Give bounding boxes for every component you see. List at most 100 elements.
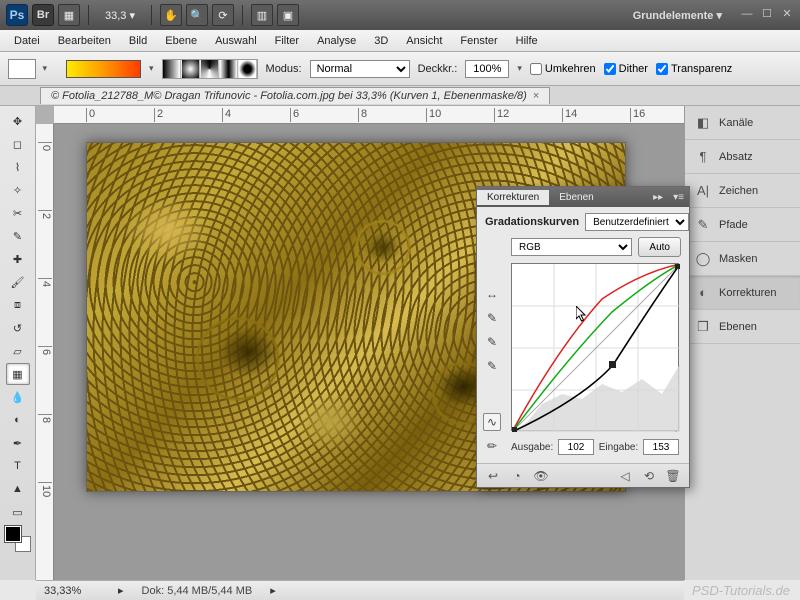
- white-sampler-icon[interactable]: ✎: [483, 357, 501, 375]
- close-tab-icon[interactable]: ×: [533, 90, 539, 102]
- curves-auto-button[interactable]: Auto: [638, 237, 681, 257]
- maximize-icon[interactable]: ☐: [760, 8, 774, 22]
- marquee-tool-icon[interactable]: ◻: [6, 133, 30, 155]
- menu-image[interactable]: Bild: [121, 33, 155, 49]
- panel-channels[interactable]: ◧Kanäle: [685, 106, 800, 140]
- chevron-down-icon[interactable]: ▾: [517, 63, 522, 74]
- menu-3d[interactable]: 3D: [366, 33, 396, 49]
- menu-analysis[interactable]: Analyse: [309, 33, 364, 49]
- menu-edit[interactable]: Bearbeiten: [50, 33, 119, 49]
- rotate-view-icon[interactable]: ⟳: [212, 4, 234, 26]
- stamp-tool-icon[interactable]: ⧈: [6, 294, 30, 316]
- gradient-linear-icon[interactable]: [163, 60, 181, 78]
- input-label: Eingabe:: [599, 442, 638, 453]
- curves-graph[interactable]: [511, 263, 679, 431]
- bridge-logo-icon[interactable]: Br: [32, 4, 54, 26]
- status-arrow-icon[interactable]: ▸: [118, 584, 124, 597]
- layout-dropdown-icon[interactable]: ▦: [58, 4, 80, 26]
- opacity-input[interactable]: [465, 60, 509, 78]
- curve-control-point[interactable]: [609, 361, 616, 368]
- menu-layer[interactable]: Ebene: [157, 33, 205, 49]
- move-tool-icon[interactable]: ✥: [6, 110, 30, 132]
- panel-masks[interactable]: ◯Masken: [685, 242, 800, 276]
- options-bar: ▾ Modus: Normal Deckkr.: ▾ Umkehren Dith…: [0, 52, 800, 86]
- target-adjust-icon[interactable]: ↔: [483, 285, 501, 303]
- tab-adjustments[interactable]: Korrekturen: [477, 190, 549, 205]
- blend-mode-select[interactable]: Normal: [310, 60, 410, 78]
- chevron-down-icon[interactable]: ▾: [149, 63, 154, 74]
- menu-view[interactable]: Ansicht: [398, 33, 450, 49]
- tool-preset-picker[interactable]: [8, 59, 36, 79]
- menu-help[interactable]: Hilfe: [508, 33, 546, 49]
- close-icon[interactable]: ✕: [780, 8, 794, 22]
- curves-preset-select[interactable]: Benutzerdefiniert: [585, 213, 689, 231]
- reset-icon[interactable]: ⟲: [641, 468, 657, 484]
- curves-panel[interactable]: Korrekturen Ebenen ▸▸ ▾≡ Gradationskurve…: [476, 186, 690, 488]
- shape-tool-icon[interactable]: ▭: [6, 501, 30, 523]
- zoom-tool-icon[interactable]: 🔍: [186, 4, 208, 26]
- path-select-icon[interactable]: ▲: [6, 478, 30, 500]
- heal-tool-icon[interactable]: ✚: [6, 248, 30, 270]
- panel-paths[interactable]: ✎Pfade: [685, 208, 800, 242]
- lasso-tool-icon[interactable]: ⌇: [6, 156, 30, 178]
- hand-tool-icon[interactable]: ✋: [160, 4, 182, 26]
- menu-file[interactable]: Datei: [6, 33, 48, 49]
- brush-tool-icon[interactable]: 🖌: [6, 271, 30, 293]
- transparency-checkbox[interactable]: Transparenz: [656, 63, 732, 75]
- gradient-picker[interactable]: [66, 60, 141, 78]
- gradient-angle-icon[interactable]: [201, 60, 219, 78]
- arrange-docs-icon[interactable]: ▥: [251, 4, 273, 26]
- eraser-tool-icon[interactable]: ▱: [6, 340, 30, 362]
- visibility-icon[interactable]: 👁: [533, 468, 549, 484]
- return-arrow-icon[interactable]: ↩: [485, 468, 501, 484]
- curves-channel-select[interactable]: RGB: [511, 238, 632, 256]
- blur-tool-icon[interactable]: 💧: [6, 386, 30, 408]
- menu-select[interactable]: Auswahl: [207, 33, 265, 49]
- reverse-checkbox[interactable]: Umkehren: [530, 63, 596, 75]
- panel-character[interactable]: A|Zeichen: [685, 174, 800, 208]
- menu-window[interactable]: Fenster: [452, 33, 505, 49]
- menu-filter[interactable]: Filter: [267, 33, 307, 49]
- workspace-switcher[interactable]: Grundelemente ▾: [625, 9, 730, 22]
- tab-layers[interactable]: Ebenen: [549, 190, 603, 205]
- gradient-reflected-icon[interactable]: [220, 60, 238, 78]
- status-zoom[interactable]: 33,33%: [44, 585, 100, 597]
- gray-sampler-icon[interactable]: ✎: [483, 333, 501, 351]
- output-label: Ausgabe:: [511, 442, 553, 453]
- black-sampler-icon[interactable]: ✎: [483, 309, 501, 327]
- curve-draw-mode-icon[interactable]: ✏: [483, 437, 501, 455]
- dither-checkbox[interactable]: Dither: [604, 63, 648, 75]
- screen-mode-icon[interactable]: ▣: [277, 4, 299, 26]
- prev-state-icon[interactable]: ◁: [617, 468, 633, 484]
- gradient-diamond-icon[interactable]: [239, 60, 257, 78]
- dodge-tool-icon[interactable]: ◐: [6, 409, 30, 431]
- zoom-level[interactable]: 33,3 ▾: [97, 9, 143, 22]
- gradient-tool-icon[interactable]: ▦: [6, 363, 30, 385]
- input-input[interactable]: [643, 439, 679, 455]
- menu-bar: Datei Bearbeiten Bild Ebene Auswahl Filt…: [0, 30, 800, 52]
- clip-layer-icon[interactable]: ◔: [509, 468, 525, 484]
- document-tab[interactable]: © Fotolia_212788_M© Dragan Trifunovic - …: [40, 87, 550, 104]
- foreground-color-swatch[interactable]: [5, 526, 21, 542]
- channels-icon: ◧: [695, 115, 711, 131]
- status-arrow-icon[interactable]: ▸: [270, 584, 276, 597]
- panel-layers[interactable]: ❐Ebenen: [685, 310, 800, 344]
- type-tool-icon[interactable]: T: [6, 455, 30, 477]
- panel-adjustments[interactable]: ◐Korrekturen: [685, 276, 800, 310]
- pen-tool-icon[interactable]: ✒: [6, 432, 30, 454]
- output-input[interactable]: [558, 439, 594, 455]
- curve-point-mode-icon[interactable]: ∿: [483, 413, 501, 431]
- eyedropper-tool-icon[interactable]: ✎: [6, 225, 30, 247]
- color-swatches[interactable]: [5, 526, 31, 552]
- history-brush-icon[interactable]: ↺: [6, 317, 30, 339]
- trash-icon[interactable]: 🗑: [665, 468, 681, 484]
- panel-menu-icon[interactable]: ▾≡: [668, 192, 689, 203]
- crop-tool-icon[interactable]: ✂: [6, 202, 30, 224]
- minimize-icon[interactable]: —: [740, 8, 754, 22]
- collapse-panel-icon[interactable]: ▸▸: [648, 192, 668, 203]
- layers-icon: ❐: [695, 319, 711, 335]
- photoshop-logo-icon[interactable]: Ps: [6, 4, 28, 26]
- panel-paragraph[interactable]: ¶Absatz: [685, 140, 800, 174]
- gradient-radial-icon[interactable]: [182, 60, 200, 78]
- wand-tool-icon[interactable]: ✧: [6, 179, 30, 201]
